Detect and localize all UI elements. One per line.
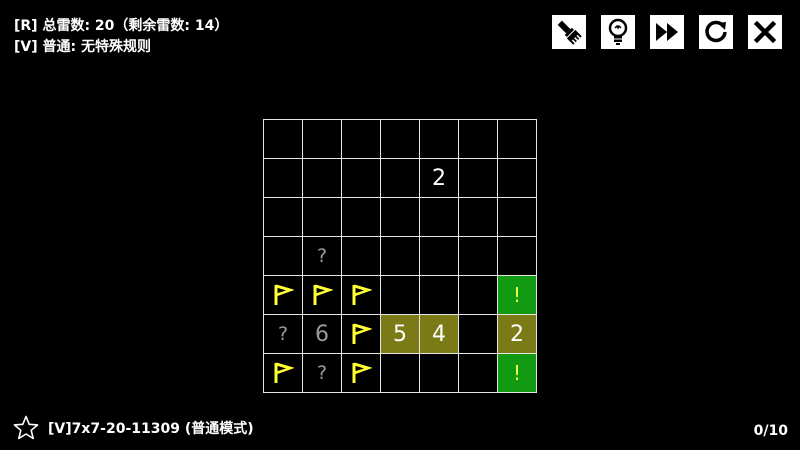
- board-cell[interactable]: [264, 237, 303, 276]
- board-cell[interactable]: [381, 159, 420, 198]
- board-cell[interactable]: [303, 120, 342, 159]
- brush-button[interactable]: [552, 15, 586, 49]
- board-cell[interactable]: [342, 198, 381, 237]
- lightbulb-icon: [608, 18, 628, 45]
- brush-icon: [557, 20, 582, 45]
- board-cell[interactable]: [381, 120, 420, 159]
- board-cell[interactable]: !: [498, 354, 537, 393]
- toolbar: [552, 15, 782, 49]
- skip-button[interactable]: [650, 15, 684, 49]
- progress-counter: 0/10: [753, 423, 788, 439]
- number-clue: 5: [393, 321, 407, 347]
- unknown-mark: ?: [316, 362, 328, 384]
- board-cell[interactable]: 4: [420, 315, 459, 354]
- unknown-mark: ?: [277, 323, 289, 345]
- restart-button[interactable]: [699, 15, 733, 49]
- flag-icon: [352, 323, 372, 344]
- board-cell[interactable]: [498, 120, 537, 159]
- flag-icon: [352, 284, 372, 305]
- board-cell[interactable]: [459, 159, 498, 198]
- board-cell[interactable]: [342, 159, 381, 198]
- flag-cell[interactable]: [264, 276, 303, 315]
- board-cell[interactable]: ?: [303, 237, 342, 276]
- flag-icon: [274, 362, 294, 383]
- board-cell[interactable]: [420, 354, 459, 393]
- board-cell[interactable]: [420, 237, 459, 276]
- board-cell[interactable]: [498, 159, 537, 198]
- number-clue: 2: [510, 321, 524, 347]
- flag-cell[interactable]: [342, 354, 381, 393]
- flag-cell[interactable]: [342, 315, 381, 354]
- board-cell[interactable]: ?: [303, 354, 342, 393]
- board-cell[interactable]: [459, 276, 498, 315]
- favorite-star-icon[interactable]: [12, 414, 40, 442]
- board-cell[interactable]: 5: [381, 315, 420, 354]
- number-clue: 2: [432, 165, 446, 191]
- restart-icon: [705, 20, 727, 43]
- footer-left: [V]7x7-20-11309 (普通模式): [12, 414, 254, 442]
- flag-cell[interactable]: [264, 354, 303, 393]
- board-cell[interactable]: [498, 237, 537, 276]
- flag-cell[interactable]: [303, 276, 342, 315]
- fast-forward-icon: [656, 23, 678, 41]
- board-cell[interactable]: [381, 237, 420, 276]
- board-cell[interactable]: 2: [498, 315, 537, 354]
- board-cell[interactable]: [420, 120, 459, 159]
- close-icon: [753, 20, 777, 44]
- hint-button[interactable]: [601, 15, 635, 49]
- board-cell[interactable]: [498, 198, 537, 237]
- flag-icon: [274, 284, 294, 305]
- board-cell[interactable]: [264, 120, 303, 159]
- variant-rule-text: [V] 普通: 无特殊规则: [14, 39, 151, 55]
- board-cell[interactable]: 2: [420, 159, 459, 198]
- board-cell[interactable]: [459, 315, 498, 354]
- board-cell[interactable]: [264, 159, 303, 198]
- number-clue: 4: [432, 321, 446, 347]
- rule-info: [R] 总雷数: 20（剩余雷数: 14） [V] 普通: 无特殊规则: [14, 16, 228, 58]
- flag-cell[interactable]: [342, 276, 381, 315]
- puzzle-id-label: [V]7x7-20-11309 (普通模式): [48, 421, 254, 437]
- board-cell[interactable]: [381, 354, 420, 393]
- board-cell[interactable]: [459, 237, 498, 276]
- safe-mark: !: [512, 283, 522, 307]
- board-cell[interactable]: [303, 198, 342, 237]
- board-cell[interactable]: !: [498, 276, 537, 315]
- board-cell[interactable]: [381, 198, 420, 237]
- number-clue: 6: [315, 321, 329, 347]
- board-cell[interactable]: [303, 159, 342, 198]
- unknown-mark: ?: [316, 245, 328, 267]
- flag-icon: [352, 362, 372, 383]
- board-cell[interactable]: 6: [303, 315, 342, 354]
- board-cell[interactable]: [342, 120, 381, 159]
- board-cell[interactable]: [381, 276, 420, 315]
- board-cell[interactable]: [420, 198, 459, 237]
- safe-mark: !: [512, 361, 522, 385]
- board-cell[interactable]: [459, 120, 498, 159]
- total-mines-text: [R] 总雷数: 20（剩余雷数: 14）: [14, 18, 229, 34]
- board-cell[interactable]: [459, 354, 498, 393]
- board-cell[interactable]: [264, 198, 303, 237]
- minesweeper-board: 2?!? 6 5 4 2?!: [263, 119, 537, 393]
- board-cell[interactable]: [342, 237, 381, 276]
- board-cell[interactable]: ?: [264, 315, 303, 354]
- board-cell[interactable]: [459, 198, 498, 237]
- close-button[interactable]: [748, 15, 782, 49]
- flag-icon: [313, 284, 333, 305]
- board-cell[interactable]: [420, 276, 459, 315]
